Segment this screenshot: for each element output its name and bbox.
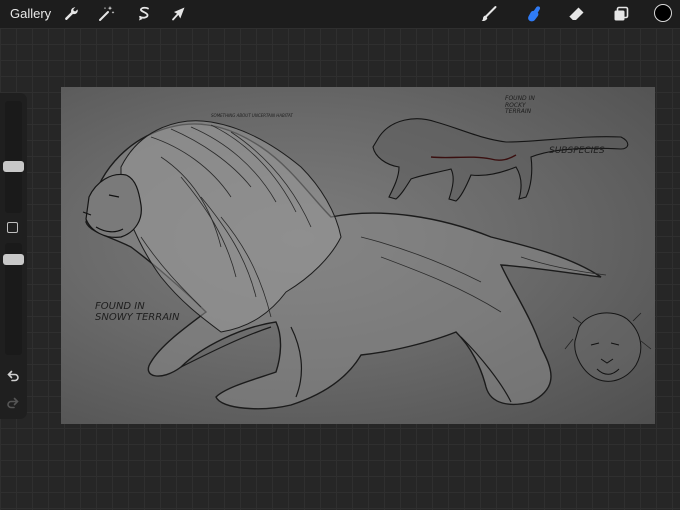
opacity-thumb[interactable] xyxy=(3,254,24,265)
left-sidebar xyxy=(0,93,27,419)
brush-icon[interactable] xyxy=(479,4,499,24)
selection-s-icon[interactable] xyxy=(134,4,154,24)
magic-wand-icon[interactable] xyxy=(96,4,116,24)
lion-head-sketch xyxy=(564,312,652,382)
gallery-button[interactable]: Gallery xyxy=(10,6,51,22)
brush-size-slider[interactable] xyxy=(5,101,22,213)
note-top-tiny: SOMETHING ABOUT UNCERTAIN HABITAT xyxy=(211,113,293,118)
undo-icon[interactable] xyxy=(6,369,20,383)
modify-button[interactable] xyxy=(7,222,18,233)
color-swatch-button[interactable] xyxy=(654,4,672,22)
procreate-app: Gallery SOMETHING ABOUT UNCERTAIN HABITA… xyxy=(0,0,680,510)
redo-icon[interactable] xyxy=(6,396,20,410)
layers-icon[interactable] xyxy=(611,4,631,24)
arrow-cursor-icon[interactable] xyxy=(169,4,189,24)
top-toolbar: Gallery xyxy=(0,0,680,28)
note-subspecies: SUBSPECIES xyxy=(549,146,605,156)
drawing-canvas[interactable]: SOMETHING ABOUT UNCERTAIN HABITAT FOUND … xyxy=(61,87,655,424)
note-rocky-terrain: FOUND IN ROCKY TERRAIN xyxy=(505,95,535,116)
wrench-icon[interactable] xyxy=(61,4,81,24)
note-snowy-terrain: FOUND IN SNOWY TERRAIN xyxy=(95,301,180,323)
lion-sketch-artwork xyxy=(82,118,652,410)
smudge-finger-icon[interactable] xyxy=(524,4,544,24)
brush-size-thumb[interactable] xyxy=(3,161,24,172)
eraser-icon[interactable] xyxy=(566,4,586,24)
rocky-lion-sketch xyxy=(372,118,629,202)
